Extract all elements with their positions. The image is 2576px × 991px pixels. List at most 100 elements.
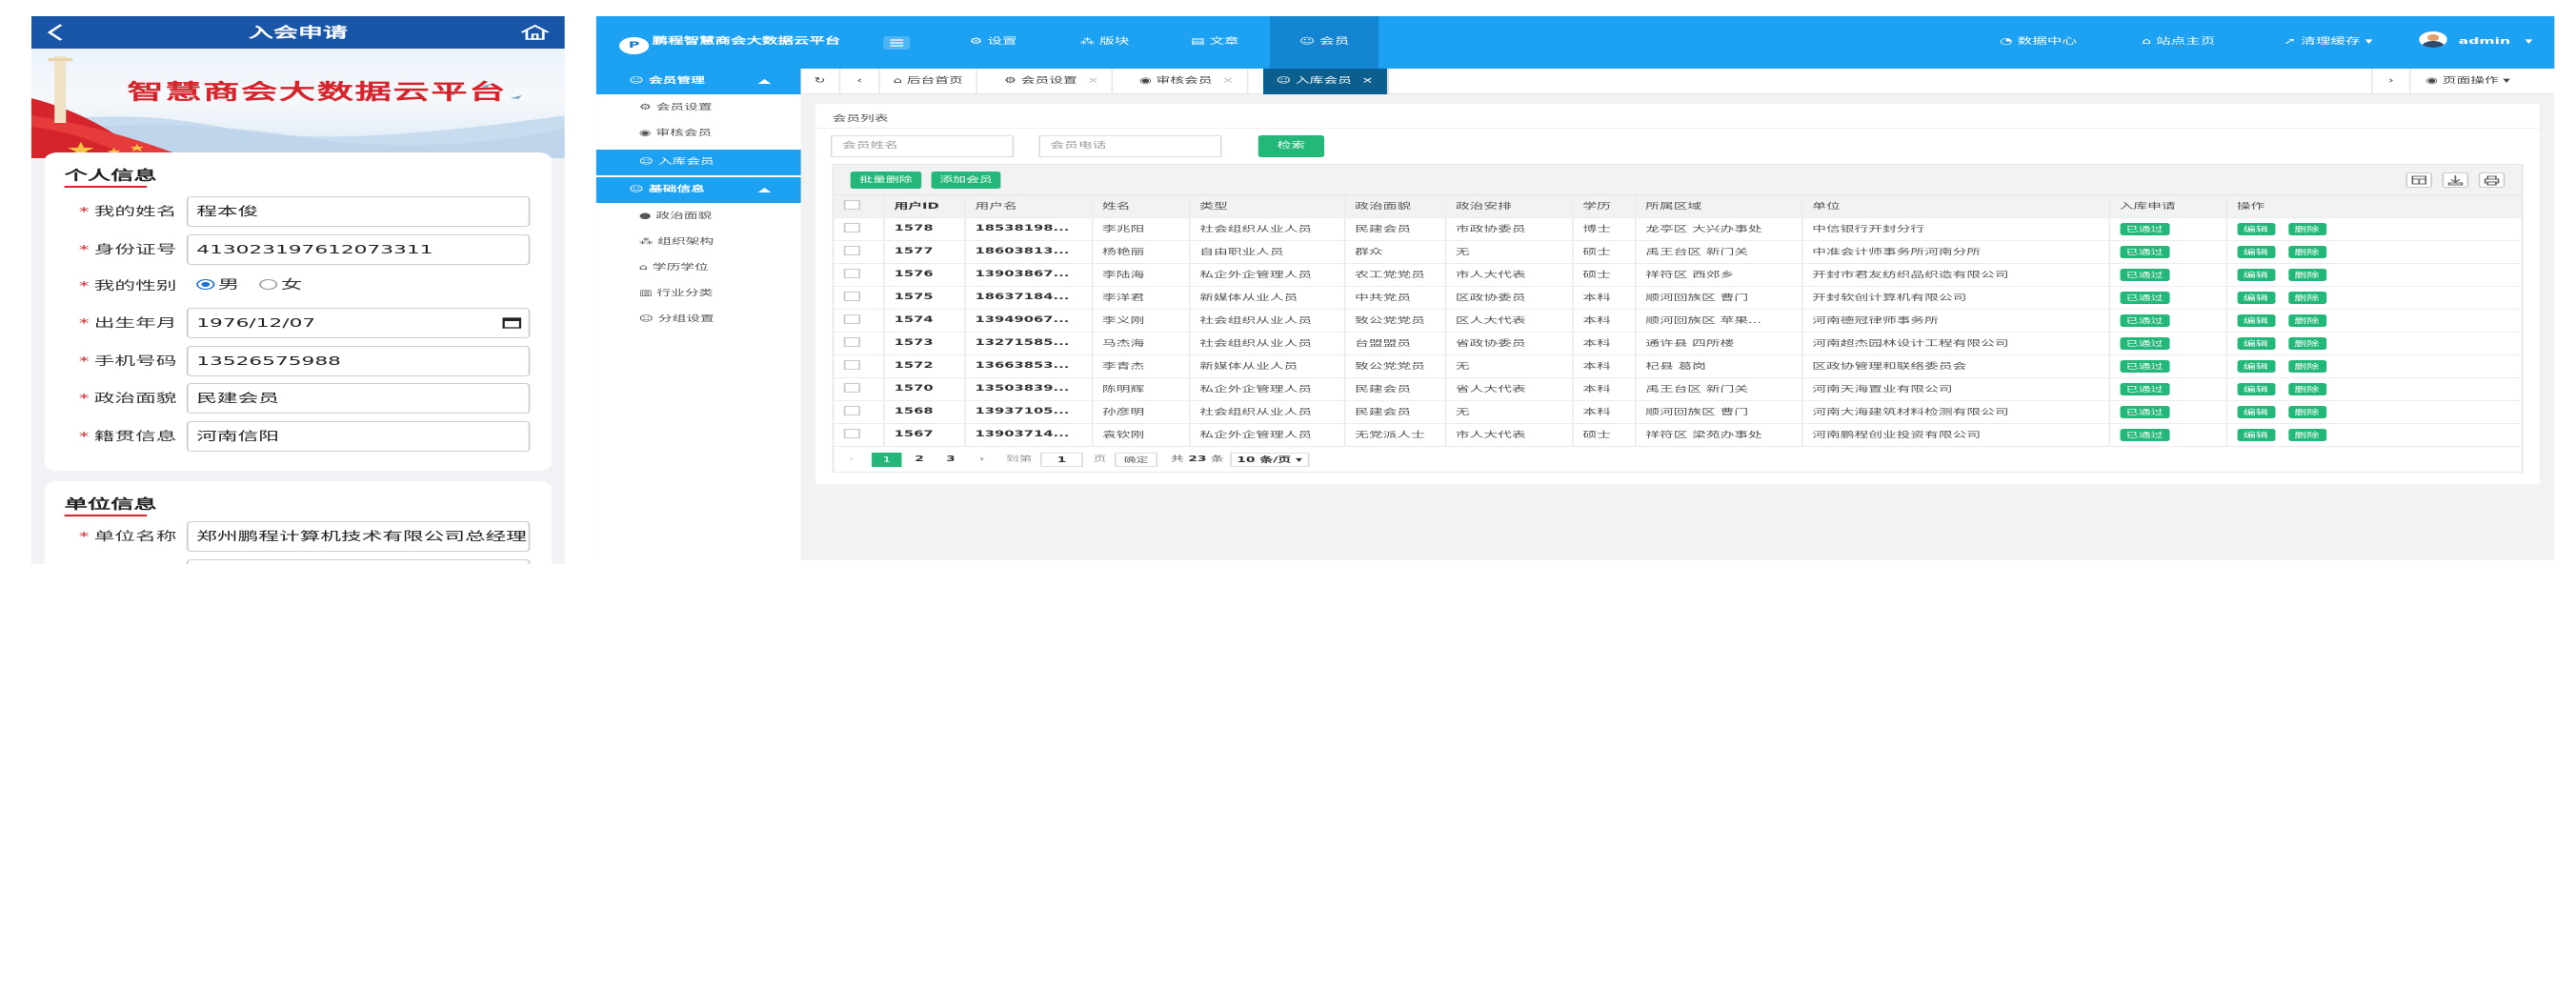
sidebar-item-industry[interactable]: ▥ 行业分类 xyxy=(596,281,801,307)
calendar-icon[interactable] xyxy=(502,316,522,329)
sidebar-item-groups[interactable]: ☺ 分组设置 xyxy=(596,307,801,333)
col-header[interactable]: 用户ID xyxy=(883,195,966,218)
delete-button[interactable]: 删除 xyxy=(2287,268,2326,281)
page-size-select[interactable]: 10 条/页 ▾ xyxy=(1230,453,1310,467)
nav-data-center[interactable]: ◔ 数据中心 xyxy=(2000,16,2077,69)
col-header[interactable]: 所属区域 xyxy=(1634,195,1802,218)
row-checkbox[interactable] xyxy=(834,309,885,333)
col-header[interactable]: 单位 xyxy=(1801,195,2110,218)
col-header[interactable]: 类型 xyxy=(1188,195,1345,218)
delete-button[interactable]: 删除 xyxy=(2287,222,2326,235)
sidebar-item-org[interactable]: ⁂ 组织架构 xyxy=(596,230,801,255)
menu-toggle-icon[interactable] xyxy=(883,36,911,50)
close-icon[interactable]: × xyxy=(1087,76,1098,86)
delete-button[interactable]: 删除 xyxy=(2287,359,2326,373)
edit-button[interactable]: 编辑 xyxy=(2236,268,2275,281)
hometown-field[interactable]: 河南信阳 xyxy=(186,421,531,452)
search-button[interactable]: 检索 xyxy=(1258,135,1325,157)
sidebar-item-stored-members[interactable]: ☺ 入库会员 xyxy=(595,150,801,175)
tab-member-settings[interactable]: ⚙ 会员设置 × xyxy=(991,69,1115,94)
edit-button[interactable]: 编辑 xyxy=(2236,428,2275,441)
batch-delete-button[interactable]: 批量删除 xyxy=(850,172,922,189)
unit-name-field[interactable]: 郑州鹏程计算机技术有限公司总经理 xyxy=(186,521,531,552)
page-3[interactable]: 3 xyxy=(946,447,956,472)
col-header[interactable]: 政治面貌 xyxy=(1343,195,1446,218)
edit-button[interactable]: 编辑 xyxy=(2236,382,2275,395)
print-icon[interactable] xyxy=(2478,172,2506,188)
prev-tab-icon[interactable]: ‹ xyxy=(840,69,880,94)
row-checkbox[interactable] xyxy=(834,332,885,355)
next-page-icon[interactable]: › xyxy=(979,447,985,472)
delete-button[interactable]: 删除 xyxy=(2287,291,2326,304)
col-header[interactable]: 操作 xyxy=(2225,195,2522,218)
phone-field[interactable]: 13526575988 xyxy=(186,346,531,376)
row-checkbox[interactable] xyxy=(834,263,885,287)
nav-site-home[interactable]: ⌂ 站点主页 xyxy=(2142,16,2215,69)
edit-button[interactable]: 编辑 xyxy=(2236,222,2275,235)
add-member-button[interactable]: 添加会员 xyxy=(931,172,1001,189)
id-number-field[interactable]: 413023197612073311 xyxy=(186,234,531,265)
row-checkbox[interactable] xyxy=(834,286,885,310)
name-field[interactable]: 程本俊 xyxy=(186,196,531,227)
row-checkbox[interactable] xyxy=(834,354,885,378)
edit-button[interactable]: 编辑 xyxy=(2236,245,2275,258)
sidebar-item-education[interactable]: ⌂ 学历学位 xyxy=(596,255,801,281)
nav-members[interactable]: ☺ 会员 xyxy=(1269,16,1379,69)
row-checkbox[interactable] xyxy=(834,217,885,241)
birth-date-field[interactable]: 1976/12/07 xyxy=(186,308,531,338)
prev-page-icon[interactable]: ‹ xyxy=(849,447,855,472)
tab-home[interactable]: ⌂ 后台首页 xyxy=(880,69,978,94)
delete-button[interactable]: 删除 xyxy=(2287,405,2326,418)
col-header[interactable]: 姓名 xyxy=(1091,195,1190,218)
edit-button[interactable]: 编辑 xyxy=(2236,313,2275,327)
goto-confirm-button[interactable]: 确定 xyxy=(1114,453,1158,467)
row-checkbox[interactable] xyxy=(834,423,885,447)
col-header[interactable]: 用户名 xyxy=(964,195,1093,218)
col-header[interactable]: 政治安排 xyxy=(1444,195,1573,218)
delete-button[interactable]: 删除 xyxy=(2287,428,2326,441)
next-field[interactable] xyxy=(186,559,531,564)
politics-field[interactable]: 民建会员 xyxy=(186,383,531,414)
row-checkbox[interactable] xyxy=(834,377,885,401)
sidebar-item-review-members[interactable]: ◉ 审核会员 xyxy=(596,121,801,147)
edit-button[interactable]: 编辑 xyxy=(2236,336,2275,350)
goto-page-input[interactable]: 1 xyxy=(1039,453,1084,467)
next-tab-icon[interactable]: › xyxy=(2371,69,2411,94)
refresh-icon[interactable]: ↻ xyxy=(801,69,841,94)
nav-settings[interactable]: ⚙ 设置 xyxy=(966,16,1020,69)
col-header[interactable]: 学历 xyxy=(1572,195,1636,218)
delete-button[interactable]: 删除 xyxy=(2287,382,2326,395)
export-icon[interactable] xyxy=(2442,172,2469,188)
sidebar-group-basic-info[interactable]: ☺ 基础信息 xyxy=(595,177,801,203)
delete-button[interactable]: 删除 xyxy=(2287,336,2326,350)
nav-blocks[interactable]: ⁂ 版块 xyxy=(1077,16,1133,69)
select-all-checkbox[interactable] xyxy=(834,195,885,218)
gender-female-radio[interactable]: 女 xyxy=(259,278,302,293)
tab-stored-members[interactable]: ☺ 入库会员 × xyxy=(1262,69,1389,94)
user-menu[interactable]: admin ▾ xyxy=(2419,16,2532,69)
sidebar-group-members[interactable]: ☺ 会员管理 xyxy=(595,69,801,94)
delete-button[interactable]: 删除 xyxy=(2287,313,2326,327)
row-checkbox[interactable] xyxy=(834,240,885,264)
page-2[interactable]: 2 xyxy=(915,447,924,472)
edit-button[interactable]: 编辑 xyxy=(2236,359,2275,373)
page-ops-menu[interactable]: ◉ 页面操作 ▾ xyxy=(2412,69,2523,94)
row-checkbox[interactable] xyxy=(834,400,885,424)
home-icon[interactable] xyxy=(518,23,552,42)
sidebar-item-member-settings[interactable]: ⚙ 会员设置 xyxy=(596,95,801,121)
gender-male-radio[interactable]: 男 xyxy=(196,278,239,293)
page-1[interactable]: 1 xyxy=(872,453,902,467)
delete-button[interactable]: 删除 xyxy=(2287,245,2326,258)
nav-articles[interactable]: ▤ 文章 xyxy=(1187,16,1242,69)
member-phone-search[interactable]: 会员电话 xyxy=(1038,135,1222,157)
sidebar-item-politics[interactable]: ● 政治面貌 xyxy=(596,204,801,230)
edit-button[interactable]: 编辑 xyxy=(2236,291,2275,304)
brand[interactable]: P 鹏程智慧商会大数据云平台 xyxy=(618,33,840,54)
columns-icon[interactable] xyxy=(2405,172,2433,188)
edit-button[interactable]: 编辑 xyxy=(2236,405,2275,418)
close-icon[interactable]: × xyxy=(1222,76,1234,86)
close-icon[interactable]: × xyxy=(1361,76,1373,86)
col-header[interactable]: 入库申请 xyxy=(2108,195,2227,218)
nav-clear-cache[interactable]: ➚ 清理缓存 ▾ xyxy=(2284,16,2372,69)
tab-review-members[interactable]: ◉ 审核会员 × xyxy=(1126,69,1249,94)
